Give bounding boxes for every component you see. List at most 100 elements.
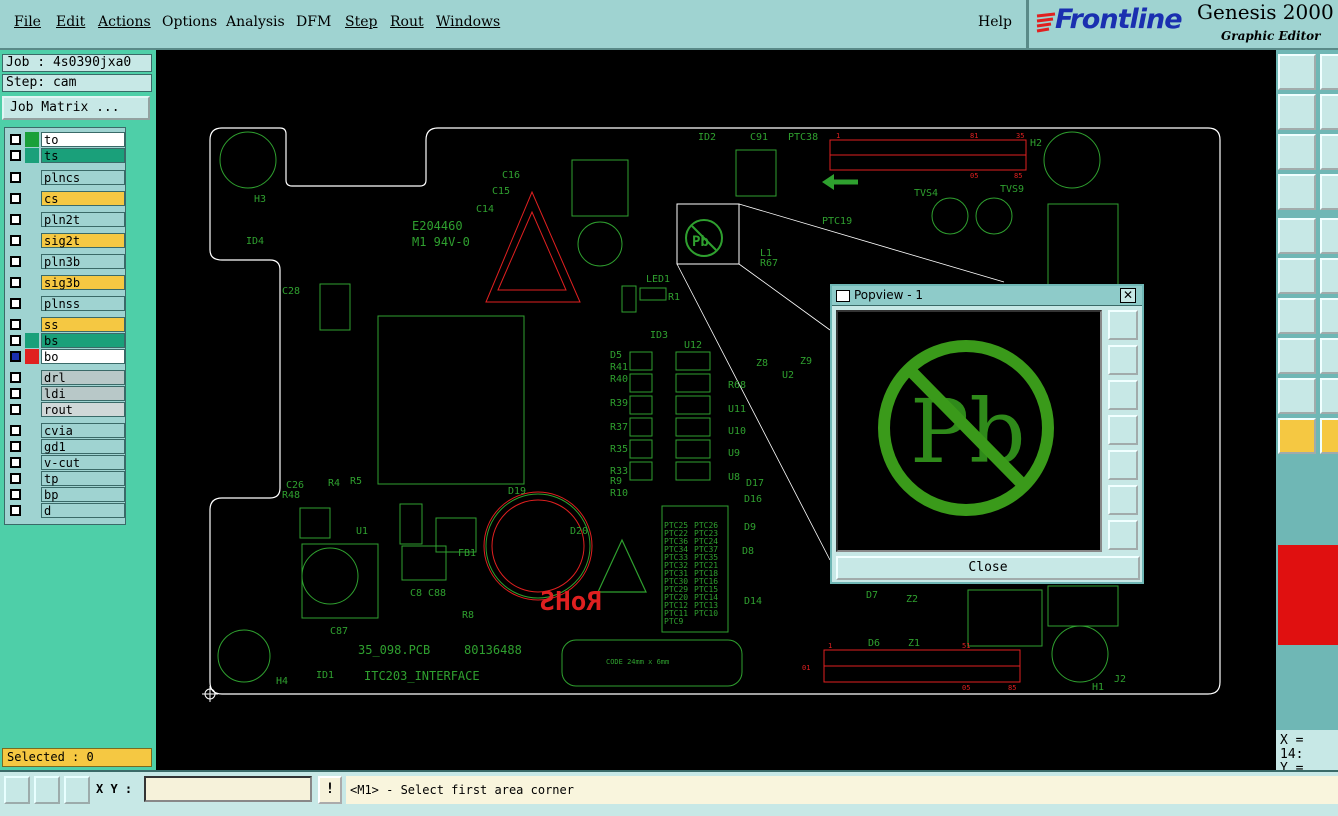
layer-color-swatch[interactable] (25, 233, 39, 248)
frame-icon[interactable] (1320, 94, 1338, 130)
layer-name[interactable]: ldi (41, 386, 125, 401)
menu-help[interactable]: Help (978, 14, 1012, 30)
layer-checkbox[interactable] (10, 214, 21, 225)
layer-color-swatch[interactable] (25, 455, 39, 470)
layer-row-sig3b[interactable]: sig3b (7, 275, 125, 290)
layer-row-cs[interactable]: cs (7, 191, 125, 206)
layer-checkbox[interactable] (10, 172, 21, 183)
layer-name[interactable]: tp (41, 471, 125, 486)
layer-row-tp[interactable]: tp (7, 471, 125, 486)
fit-icon[interactable] (1108, 485, 1138, 515)
layer-row-d[interactable]: d (7, 503, 125, 518)
layer-checkbox[interactable] (10, 256, 21, 267)
menu-dfm[interactable]: DFM (296, 14, 331, 30)
home-icon[interactable] (1278, 54, 1316, 90)
layer-checkbox[interactable] (10, 425, 21, 436)
layer-color-swatch[interactable] (25, 148, 39, 163)
layer-checkbox[interactable] (10, 404, 21, 415)
layer-color-swatch[interactable] (25, 191, 39, 206)
layer-row-plncs[interactable]: plncs (7, 170, 125, 185)
layer-color-swatch[interactable] (25, 471, 39, 486)
layer-color-swatch[interactable] (25, 386, 39, 401)
cross-icon[interactable] (1320, 258, 1338, 294)
layer-color-swatch[interactable] (25, 132, 39, 147)
layer-row-drl[interactable]: drl (7, 370, 125, 385)
layer-name[interactable]: pln2t (41, 212, 125, 227)
layer-row-rout[interactable]: rout (7, 402, 125, 417)
layer-color-swatch[interactable] (25, 503, 39, 518)
layer-color-swatch[interactable] (25, 317, 39, 332)
layer-checkbox[interactable] (10, 372, 21, 383)
select-icon[interactable] (1320, 418, 1338, 454)
layer-checkbox[interactable] (10, 319, 21, 330)
job-matrix-button[interactable]: Job Matrix ... (2, 96, 150, 120)
measure-icon[interactable] (1278, 174, 1316, 210)
layer-row-ss[interactable]: ss (7, 317, 125, 332)
layer-name[interactable]: bs (41, 333, 125, 348)
layer-color-swatch[interactable] (25, 370, 39, 385)
layer-name[interactable]: pln3b (41, 254, 125, 269)
copy-icon[interactable] (1320, 54, 1338, 90)
layer-row-bp[interactable]: bp (7, 487, 125, 502)
alert-button[interactable]: ! (318, 776, 342, 804)
layer-checkbox[interactable] (10, 505, 21, 516)
expand-icon[interactable] (1108, 520, 1138, 550)
layer-row-ldi[interactable]: ldi (7, 386, 125, 401)
menu-edit[interactable]: Edit (56, 14, 85, 30)
layer-checkbox[interactable] (10, 235, 21, 246)
record-icon[interactable] (1320, 174, 1338, 210)
menu-rout[interactable]: Rout (390, 14, 424, 30)
layer-name[interactable]: bo (41, 349, 125, 364)
fit-screen-icon[interactable] (1278, 134, 1316, 170)
layer-checkbox[interactable] (10, 134, 21, 145)
ruler-icon[interactable] (1320, 378, 1338, 414)
layer-color-swatch[interactable] (25, 487, 39, 502)
layer-name[interactable]: bp (41, 487, 125, 502)
menu-actions[interactable]: Actions (98, 14, 151, 30)
layer-checkbox[interactable] (10, 441, 21, 452)
mini-map[interactable] (1278, 545, 1338, 645)
layer-checkbox[interactable] (10, 277, 21, 288)
rotate-icon[interactable] (1320, 134, 1338, 170)
layer-name[interactable]: plnss (41, 296, 125, 311)
menu-file[interactable]: File (14, 14, 41, 30)
layer-name[interactable]: ss (41, 317, 125, 332)
layer-row-v-cut[interactable]: v-cut (7, 455, 125, 470)
layer-color-swatch[interactable] (25, 170, 39, 185)
layer-color-swatch[interactable] (25, 423, 39, 438)
dash-icon[interactable] (1320, 338, 1338, 374)
layer-row-ts[interactable]: ts (7, 148, 125, 163)
layer-name[interactable]: to (41, 132, 125, 147)
zoom-out-icon[interactable] (1108, 345, 1138, 375)
layer-row-pln3b[interactable]: pln3b (7, 254, 125, 269)
pan-left-icon[interactable] (1108, 415, 1138, 445)
layer-row-sig2t[interactable]: sig2t (7, 233, 125, 248)
layer-name[interactable]: drl (41, 370, 125, 385)
layer-checkbox[interactable] (10, 193, 21, 204)
layer-name[interactable]: v-cut (41, 455, 125, 470)
measure-tool-icon[interactable] (34, 776, 60, 804)
layer-name[interactable]: gd1 (41, 439, 125, 454)
layer-checkbox[interactable] (10, 473, 21, 484)
menu-options[interactable]: Options (162, 14, 217, 30)
pan-up-icon[interactable] (1108, 380, 1138, 410)
layer-color-swatch[interactable] (25, 439, 39, 454)
pan-icon[interactable] (1278, 94, 1316, 130)
close-icon[interactable]: ✕ (1120, 288, 1136, 303)
net-icon[interactable] (1278, 258, 1316, 294)
grid-toggle-icon[interactable] (64, 776, 90, 804)
menu-step[interactable]: Step (345, 14, 377, 30)
slash-icon[interactable] (1320, 298, 1338, 334)
layer-name[interactable]: plncs (41, 170, 125, 185)
pan-right-icon[interactable] (1108, 450, 1138, 480)
layer-name[interactable]: rout (41, 402, 125, 417)
layer-checkbox[interactable] (10, 489, 21, 500)
xy-input[interactable] (144, 776, 312, 802)
close-button[interactable]: Close (836, 556, 1140, 580)
layer-name[interactable]: ts (41, 148, 125, 163)
layer-color-swatch[interactable] (25, 349, 39, 364)
popview-titlebar[interactable]: Popview - 1 ✕ (832, 286, 1142, 306)
layer-name[interactable]: sig2t (41, 233, 125, 248)
layer-checkbox[interactable] (10, 150, 21, 161)
layer-row-pln2t[interactable]: pln2t (7, 212, 125, 227)
